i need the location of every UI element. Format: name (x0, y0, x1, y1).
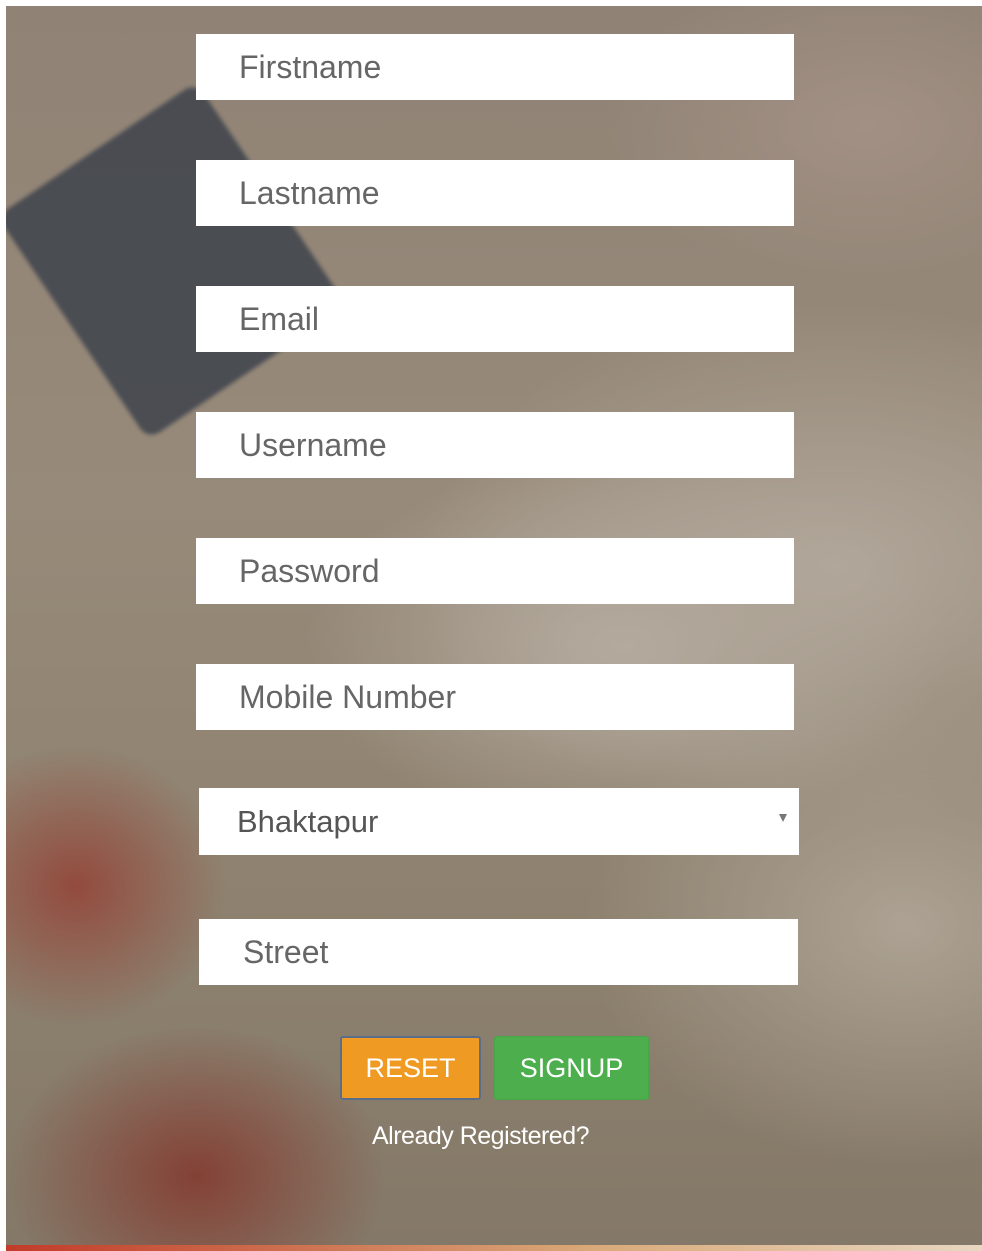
password-field[interactable]: Password (196, 538, 794, 604)
lastname-field[interactable]: Lastname (196, 160, 794, 226)
password-placeholder: Password (239, 552, 380, 589)
street-field[interactable]: Street (199, 919, 798, 985)
signup-page: Firstname Lastname Email Username Passwo… (0, 0, 982, 1251)
city-selected-value: Bhaktapur (237, 803, 379, 839)
firstname-field[interactable]: Firstname (196, 34, 794, 100)
already-registered-link[interactable]: Already Registered? (372, 1122, 590, 1151)
reset-button[interactable]: RESET (340, 1036, 481, 1100)
email-placeholder: Email (239, 300, 320, 337)
street-placeholder: Street (243, 933, 329, 970)
mobile-number-placeholder: Mobile Number (239, 678, 456, 715)
signup-button[interactable]: SIGNUP (494, 1036, 649, 1100)
chevron-down-icon (779, 814, 787, 822)
email-field[interactable]: Email (196, 286, 794, 352)
city-select[interactable]: Bhaktapur (199, 788, 799, 855)
bottom-photo-edge (6, 1245, 982, 1251)
username-placeholder: Username (239, 426, 387, 463)
lastname-placeholder: Lastname (239, 174, 380, 211)
mobile-number-field[interactable]: Mobile Number (196, 664, 794, 730)
firstname-placeholder: Firstname (239, 48, 382, 85)
username-field[interactable]: Username (196, 412, 794, 478)
